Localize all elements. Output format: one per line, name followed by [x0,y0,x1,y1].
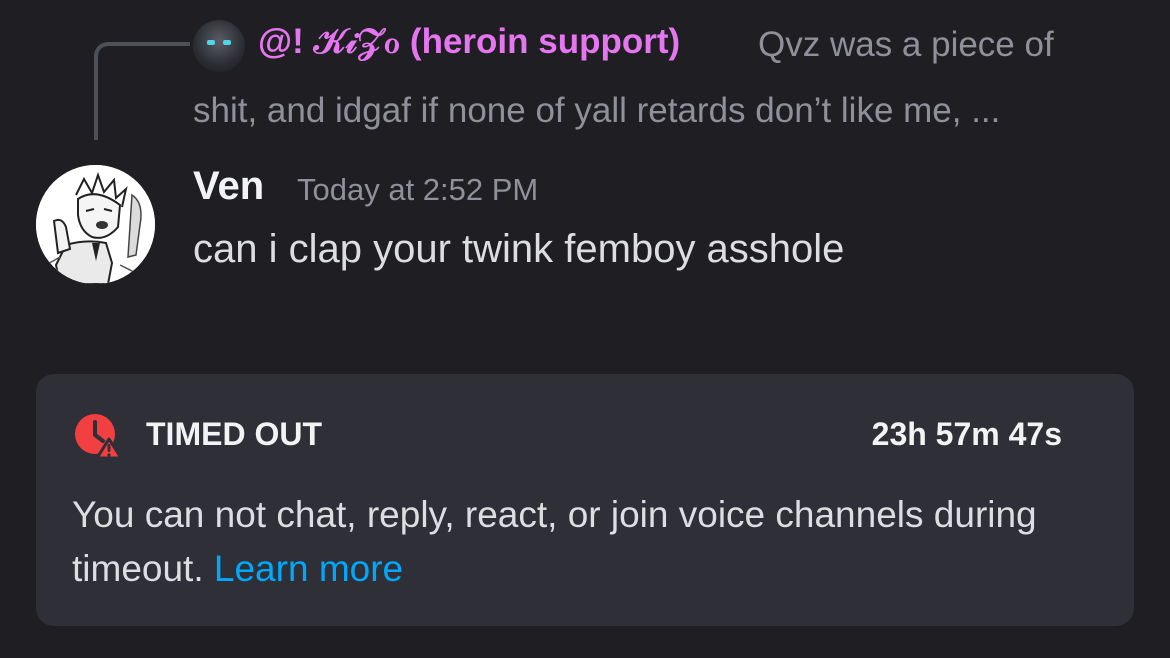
message-timestamp: Today at 2:52 PM [297,172,539,207]
message-author-name[interactable]: Ven [193,164,264,209]
chat-screen: @! 𝒦𝒾𝒵ℴ (heroin support) Qvz was a piece… [0,0,1170,658]
reply-preview-text-line-1[interactable]: Qvz was a piece of [758,25,1054,65]
timeout-countdown: 23h 57m 47s [871,416,1062,452]
avatar-manga-drawing [36,165,155,284]
clock-alert-icon [75,414,122,460]
reply-avatar-eyes [207,40,231,45]
reply-preview-text-line-2[interactable]: shit, and idgaf if none of yall retards … [193,91,1000,131]
author-avatar[interactable] [36,165,155,284]
message-content[interactable]: can i clap your twink femboy asshole [193,227,844,272]
timeout-description: You can not chat, reply, react, or join … [72,488,1072,596]
reply-author-name[interactable]: @! 𝒦𝒾𝒵ℴ (heroin support) [258,22,680,62]
timeout-notice-card: TIMED OUT 23h 57m 47s You can not chat, … [36,374,1134,626]
reply-spine [94,42,190,140]
timeout-title: TIMED OUT [146,416,322,452]
reply-avatar[interactable] [193,20,245,72]
learn-more-link[interactable]: Learn more [214,548,403,589]
